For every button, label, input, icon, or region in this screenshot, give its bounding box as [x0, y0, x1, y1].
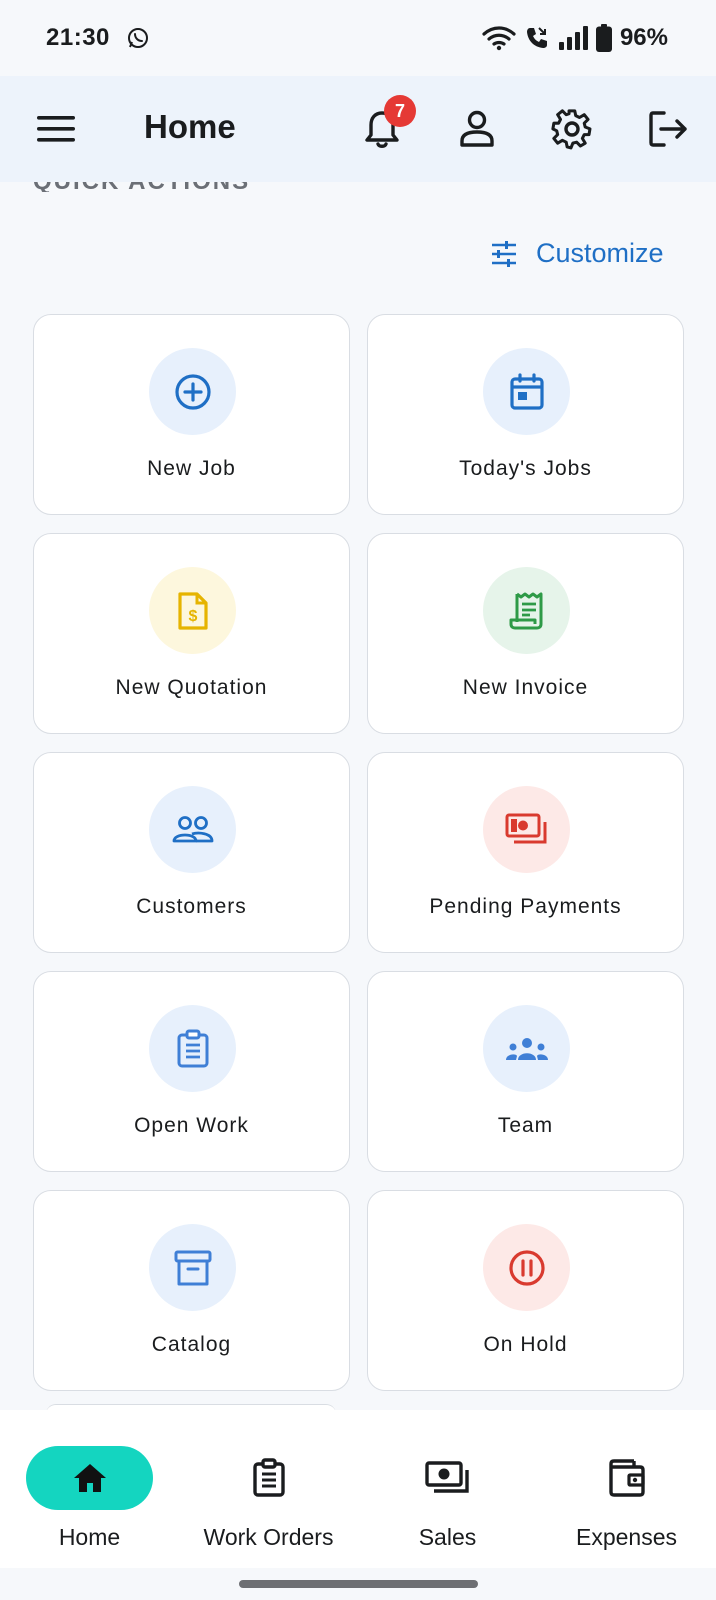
settings-icon	[551, 109, 592, 150]
payments-icon	[505, 813, 546, 843]
team-icon	[505, 1037, 548, 1060]
on-hold-icon-circle	[483, 1224, 570, 1311]
signal-icon	[558, 26, 588, 50]
quick-action-label: New Job	[147, 457, 236, 480]
logout-icon	[649, 111, 687, 147]
menu-button[interactable]	[30, 103, 82, 155]
quick-action-new-job[interactable]: New Job	[33, 314, 350, 515]
quick-action-on-hold[interactable]: On Hold	[367, 1190, 684, 1391]
quick-action-label: Open Work	[134, 1114, 249, 1137]
notification-badge: 7	[384, 95, 416, 127]
customers-icon-circle	[149, 786, 236, 873]
pause-icon	[508, 1249, 545, 1286]
status-bar: 21:30 96%	[0, 0, 716, 76]
sales-icon	[424, 1461, 469, 1493]
status-time: 21:30	[46, 24, 110, 51]
nav-work-pill	[205, 1446, 332, 1510]
team-icon-circle	[483, 1005, 570, 1092]
catalog-icon-circle	[149, 1224, 236, 1311]
todays-jobs-icon-circle	[483, 348, 570, 435]
quick-action-catalog[interactable]: Catalog	[33, 1190, 350, 1391]
quick-action-todays-jobs[interactable]: Today's Jobs	[367, 314, 684, 515]
quick-action-label: New Quotation	[115, 676, 268, 699]
quick-action-label: Customers	[136, 895, 247, 918]
invoice-icon	[509, 592, 542, 629]
svg-text:$: $	[188, 608, 197, 625]
whatsapp-icon	[126, 26, 150, 50]
nav-home-pill	[26, 1446, 153, 1510]
new-job-icon-circle	[149, 348, 236, 435]
calendar-icon	[509, 372, 544, 410]
quick-action-new-quotation[interactable]: $ New Quotation	[33, 533, 350, 734]
customers-icon	[172, 815, 213, 842]
profile-icon	[460, 110, 494, 147]
nav-item-sales[interactable]: Sales	[358, 1436, 537, 1550]
nav-sales-pill	[384, 1446, 511, 1510]
quick-action-label: Catalog	[151, 1333, 232, 1356]
settings-button[interactable]	[546, 103, 598, 155]
new-quotation-icon-circle: $	[149, 567, 236, 654]
nav-item-home[interactable]: Home	[0, 1436, 179, 1550]
quick-action-label: On Hold	[483, 1333, 568, 1356]
menu-icon	[37, 116, 75, 142]
nav-label-expenses: Expenses	[575, 1524, 677, 1550]
wifi-icon	[482, 25, 516, 51]
app-bar: Home 7	[0, 76, 716, 182]
profile-button[interactable]	[451, 103, 503, 155]
quotation-icon: $	[177, 591, 208, 630]
quick-action-pending-payments[interactable]: Pending Payments	[367, 752, 684, 953]
status-left: 21:30	[46, 24, 150, 52]
logout-button[interactable]	[642, 103, 694, 155]
battery-percent: 96%	[619, 24, 668, 51]
quick-action-label: Pending Payments	[429, 895, 622, 918]
home-icon	[73, 1464, 106, 1492]
nav-label-work-orders: Work Orders	[203, 1524, 334, 1550]
nav-label-home: Home	[58, 1524, 121, 1550]
quick-action-new-invoice[interactable]: New Invoice	[367, 533, 684, 734]
work-orders-icon	[252, 1458, 285, 1497]
nav-label-sales: Sales	[418, 1524, 477, 1550]
quick-action-label: New Invoice	[462, 676, 589, 699]
battery-icon	[595, 24, 612, 52]
pending-payments-icon-circle	[483, 786, 570, 873]
nav-item-expenses[interactable]: Expenses	[537, 1436, 716, 1550]
quick-action-team[interactable]: Team	[367, 971, 684, 1172]
quick-action-open-work[interactable]: Open Work	[33, 971, 350, 1172]
customize-label: Customize	[536, 238, 664, 268]
expenses-icon	[608, 1459, 645, 1497]
bottom-navigation: Home Work Orders Sales Expenses	[0, 1410, 716, 1568]
gesture-handle[interactable]	[239, 1580, 478, 1588]
page-title: Home	[144, 108, 236, 145]
nav-item-work-orders[interactable]: Work Orders	[179, 1436, 358, 1550]
customize-button[interactable]: Customize	[490, 238, 664, 269]
quick-action-label: Today's Jobs	[459, 457, 592, 480]
clipboard-icon	[177, 1029, 208, 1067]
call-icon	[524, 25, 550, 51]
add-circle-icon	[174, 373, 211, 410]
archive-icon	[174, 1250, 211, 1285]
quick-action-customers[interactable]: Customers	[33, 752, 350, 953]
open-work-icon-circle	[149, 1005, 236, 1092]
new-invoice-icon-circle	[483, 567, 570, 654]
nav-expenses-pill	[563, 1446, 690, 1510]
quick-action-label: Team	[497, 1114, 554, 1137]
status-right: 96%	[482, 24, 668, 52]
tune-icon	[492, 240, 516, 267]
